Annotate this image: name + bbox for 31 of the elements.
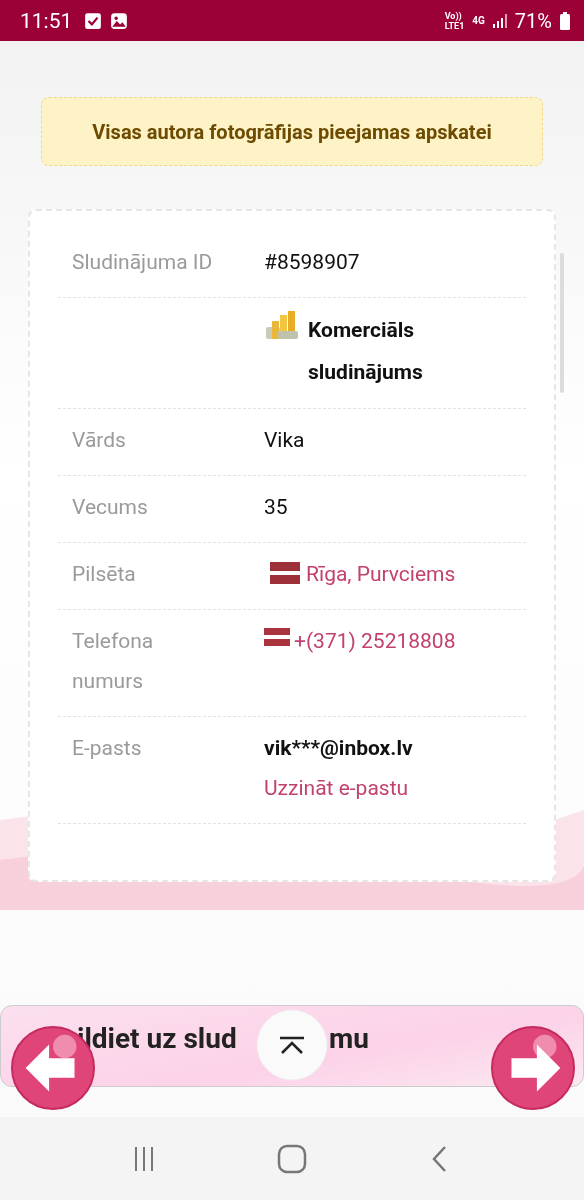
signal-icon [492, 13, 507, 28]
phone-link[interactable]: +(371) 25218808 [294, 629, 456, 653]
field-label: Sludinājuma ID [72, 249, 214, 276]
home-icon[interactable] [277, 1143, 307, 1174]
next-button[interactable] [490, 1025, 576, 1111]
field-label: E-pasts [72, 735, 143, 762]
field-label: Pilsēta [72, 561, 137, 588]
email-address: vik***@inbox.lv [264, 736, 413, 760]
reveal-email-link[interactable]: Uzzināt e-pastu [264, 776, 409, 800]
battery-level: 71% [514, 8, 552, 33]
clock: 11:51 [20, 8, 73, 33]
field-label: Vārds [72, 427, 127, 454]
field-label: Telefona numurs [72, 628, 155, 695]
notice-text: Visas autora fotogrāfijas pieejamas apskatei [92, 119, 492, 144]
checkbox-icon [84, 11, 103, 30]
flag-icon [264, 628, 290, 646]
commercial-label: Komerciāls sludinājums [308, 317, 424, 386]
lte-label: LTE1 [444, 20, 465, 31]
image-icon [110, 11, 129, 30]
field-value: #8598907 [264, 250, 360, 274]
city-link[interactable]: Rīga, Purvciems [306, 562, 456, 586]
flag-icon [270, 562, 300, 584]
scroll-to-top-button[interactable] [256, 1009, 328, 1081]
volte-label: Vo)) [444, 10, 463, 21]
coins-icon [264, 309, 300, 341]
field-value: 35 [264, 495, 288, 519]
field-label: Vecums [72, 494, 149, 521]
field-value: Vika [264, 428, 305, 452]
network-label: 4G [472, 15, 485, 26]
battery-icon [560, 11, 570, 30]
card-heading: mu [329, 1022, 369, 1055]
